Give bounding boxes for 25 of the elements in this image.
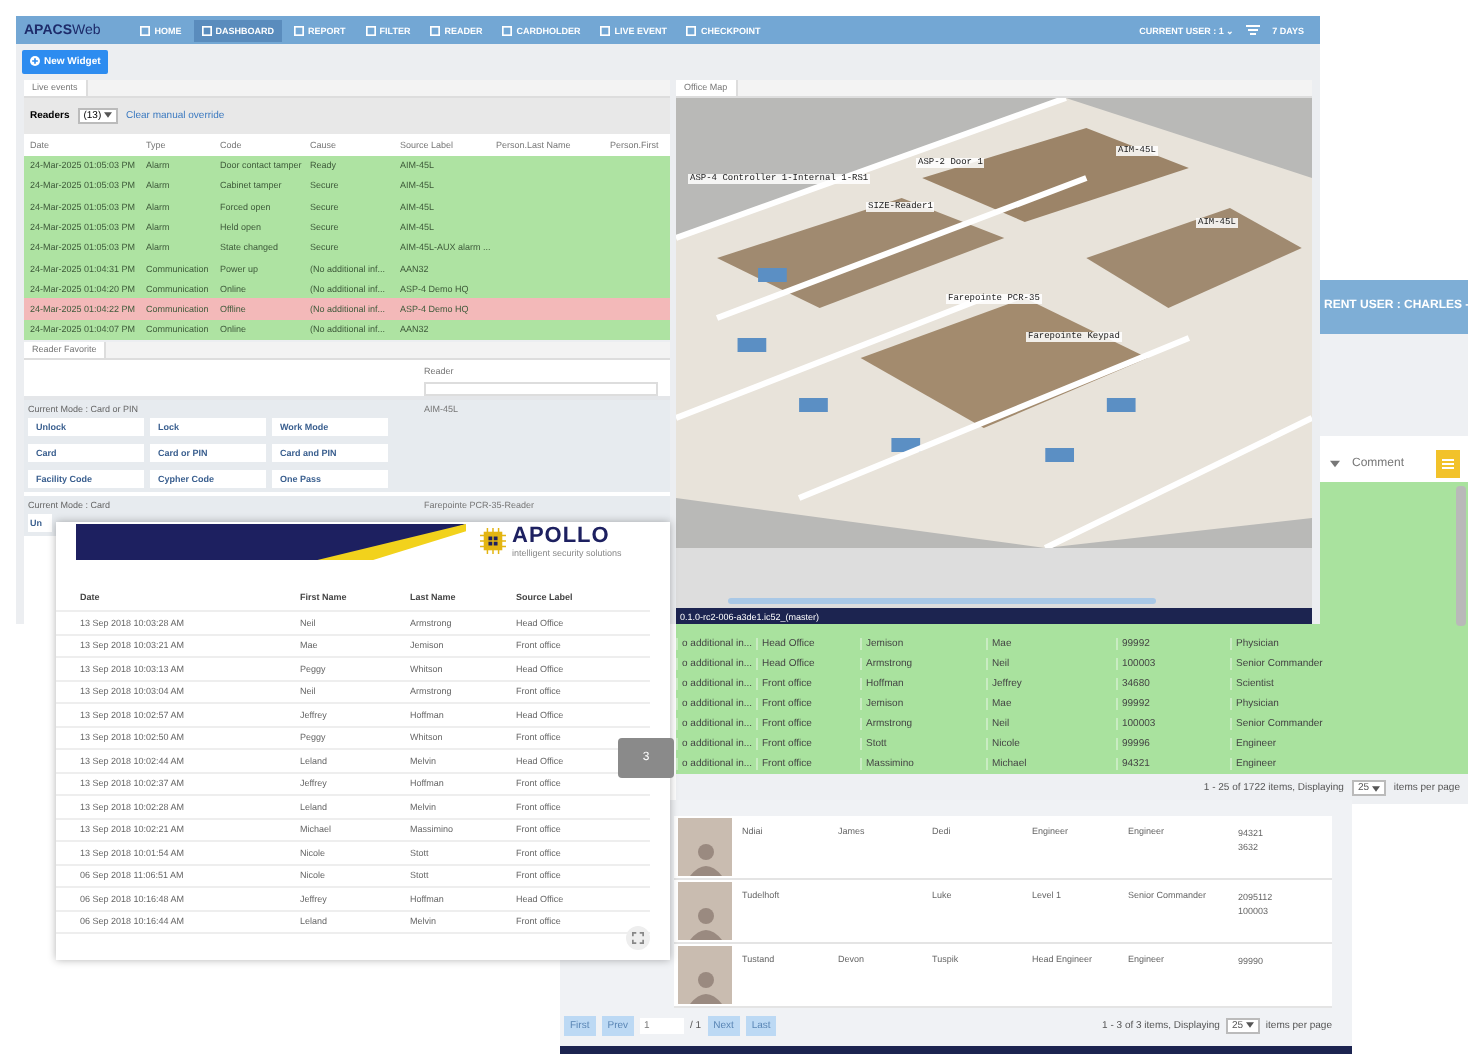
photo-placeholder [678, 818, 732, 876]
menu-icon [1442, 458, 1454, 471]
filter-icon[interactable] [1246, 24, 1261, 36]
column-menu-button[interactable] [1436, 450, 1460, 479]
fullscreen-icon[interactable] [626, 926, 650, 950]
caret-icon [1371, 785, 1380, 792]
logo-text: APOLLO [512, 526, 612, 548]
square-icon [430, 25, 441, 35]
plus-icon [30, 56, 40, 66]
photo-placeholder [678, 946, 732, 1004]
caret-icon [1245, 1022, 1254, 1029]
caret-icon [104, 111, 113, 118]
reader-input[interactable] [424, 382, 658, 396]
scrollbar[interactable] [1456, 485, 1466, 626]
scrollbar[interactable] [728, 598, 1157, 604]
chip-icon [480, 528, 506, 554]
caret-icon[interactable] [1330, 460, 1340, 469]
square-icon [600, 25, 611, 35]
square-icon [140, 25, 151, 35]
square-icon [201, 25, 212, 35]
square-icon [294, 25, 305, 35]
square-icon [502, 25, 513, 35]
photo-placeholder [678, 882, 732, 940]
square-icon [365, 25, 376, 35]
square-icon [686, 25, 697, 35]
